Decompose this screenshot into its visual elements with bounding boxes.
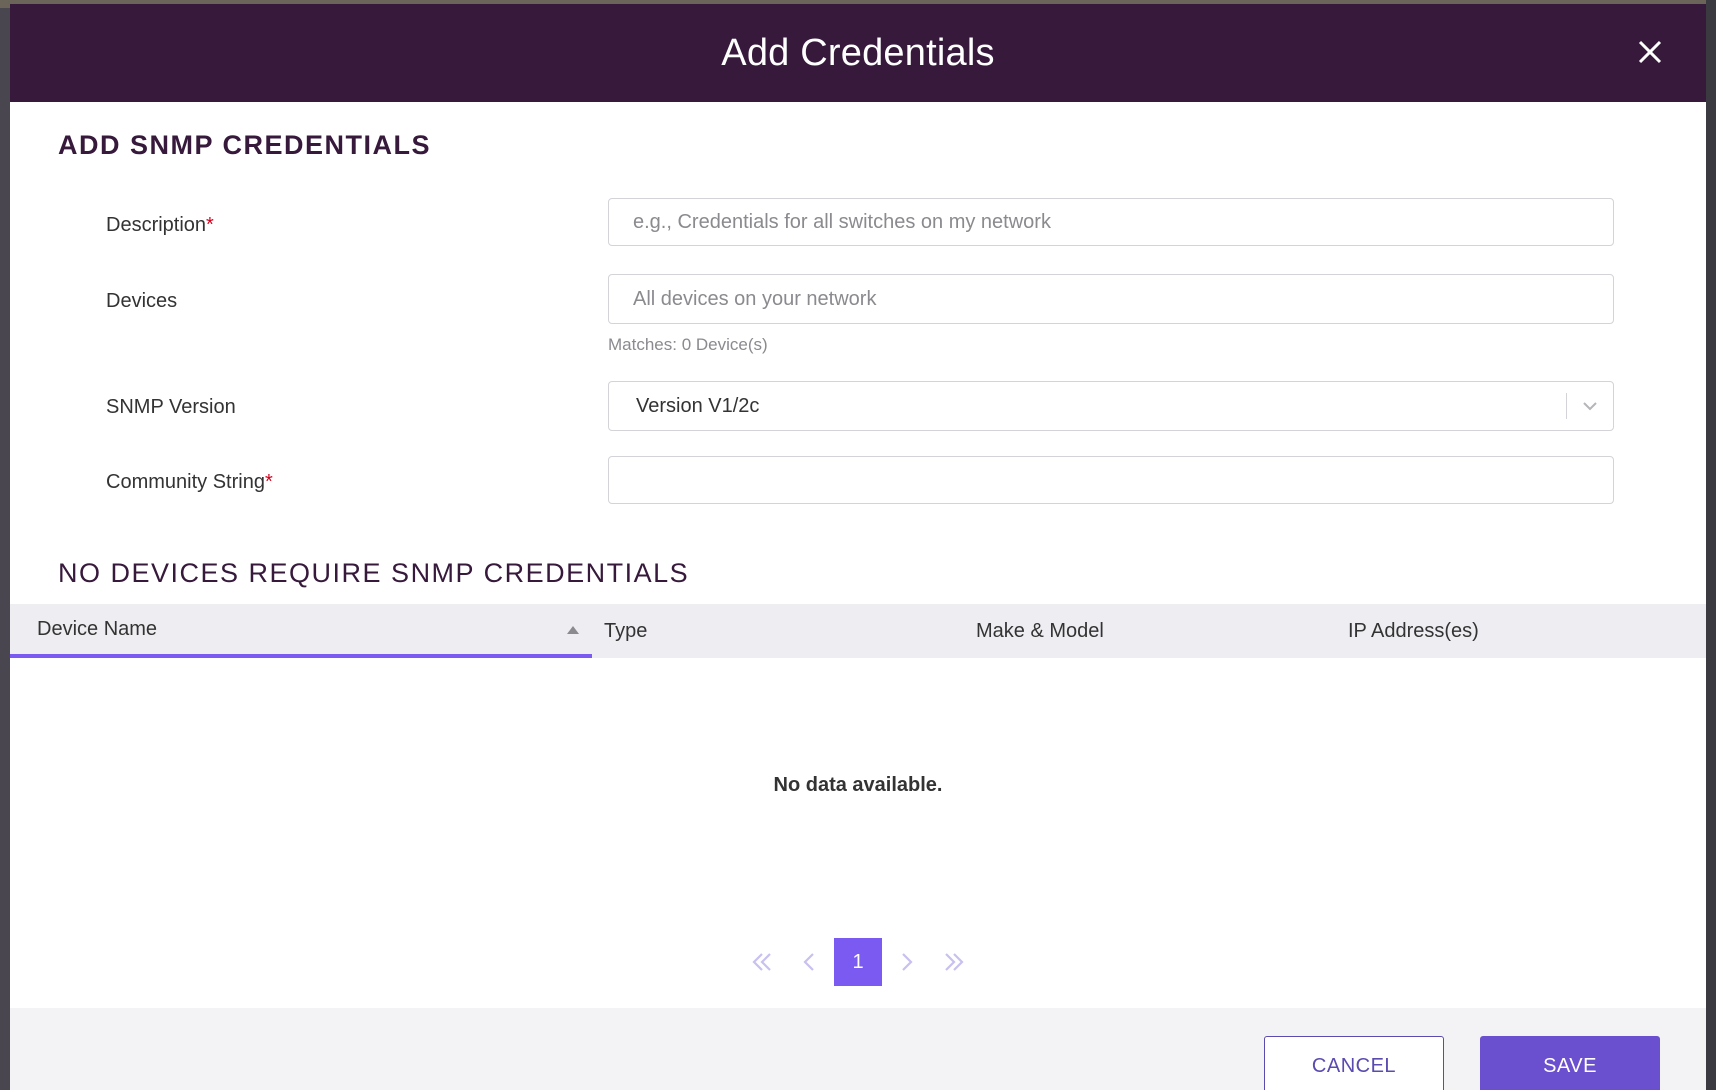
required-marker: * bbox=[206, 214, 214, 236]
backdrop-edge bbox=[1706, 0, 1716, 1090]
devices-input[interactable] bbox=[608, 274, 1614, 324]
pagination: 1 bbox=[10, 938, 1706, 986]
close-icon bbox=[1638, 40, 1662, 64]
column-header-ip-addresses[interactable]: IP Address(es) bbox=[1336, 604, 1706, 658]
double-chevron-left-icon bbox=[752, 953, 771, 971]
community-string-label: Community String* bbox=[106, 471, 273, 494]
column-header-label: Device Name bbox=[37, 617, 158, 640]
snmp-version-select[interactable]: Version V1/2c bbox=[608, 381, 1614, 431]
section-title: ADD SNMP CREDENTIALS bbox=[58, 130, 432, 160]
close-button[interactable] bbox=[1632, 34, 1668, 70]
cancel-button[interactable]: CANCEL bbox=[1264, 1036, 1444, 1090]
first-page-button[interactable] bbox=[738, 938, 786, 986]
modal-header: Add Credentials bbox=[10, 4, 1706, 102]
next-page-button[interactable] bbox=[882, 938, 930, 986]
column-header-label: Make & Model bbox=[976, 619, 1104, 642]
last-page-button[interactable] bbox=[930, 938, 978, 986]
required-marker: * bbox=[264, 471, 273, 493]
snmp-version-value: Version V1/2c bbox=[636, 394, 760, 417]
description-label-text: Description bbox=[106, 214, 207, 236]
sort-up-icon bbox=[567, 626, 579, 634]
modal-title: Add Credentials bbox=[721, 31, 995, 74]
chevron-left-icon bbox=[803, 953, 814, 971]
double-chevron-right-icon bbox=[945, 953, 964, 971]
column-header-make-model[interactable]: Make & Model bbox=[964, 604, 1336, 658]
snmp-version-label: SNMP Version bbox=[106, 396, 236, 418]
chevron-right-icon bbox=[902, 953, 913, 971]
table-title: NO DEVICES REQUIRE SNMP CREDENTIALS bbox=[58, 558, 690, 588]
description-label: Description* bbox=[106, 214, 214, 237]
table-empty-message: No data available. bbox=[773, 774, 943, 796]
add-credentials-modal: Add Credentials ADD SNMP CREDENTIALS Des… bbox=[10, 4, 1706, 1090]
community-string-input[interactable] bbox=[608, 456, 1614, 504]
modal-footer: CANCEL SAVE bbox=[10, 1008, 1706, 1090]
devices-match-hint: Matches: 0 Device(s) bbox=[608, 335, 768, 354]
chevron-down-icon[interactable] bbox=[1567, 400, 1613, 412]
devices-label: Devices bbox=[106, 290, 178, 312]
column-header-label: IP Address(es) bbox=[1348, 619, 1479, 642]
column-header-label: Type bbox=[604, 619, 648, 642]
current-page[interactable]: 1 bbox=[834, 938, 882, 986]
column-header-device-name[interactable]: Device Name bbox=[10, 604, 592, 658]
column-header-type[interactable]: Type bbox=[592, 604, 964, 658]
community-string-label-text: Community String bbox=[106, 471, 265, 493]
prev-page-button[interactable] bbox=[786, 938, 834, 986]
save-button[interactable]: SAVE bbox=[1480, 1036, 1660, 1090]
table-header: Device Name Type Make & Model IP Address… bbox=[10, 604, 1706, 658]
description-input[interactable] bbox=[608, 198, 1614, 246]
